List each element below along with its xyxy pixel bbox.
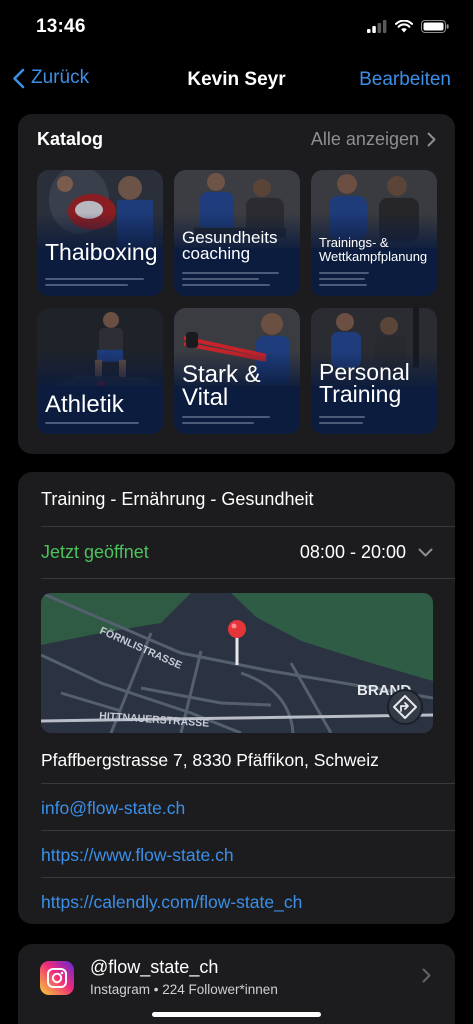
status-icons [367, 20, 449, 33]
catalog-item-label: Gesundheits coaching [182, 228, 278, 264]
catalog-item-thaiboxing[interactable]: Thaiboxing [37, 170, 163, 296]
instagram-icon [40, 961, 74, 995]
home-indicator[interactable] [152, 1012, 321, 1017]
chevron-down-icon [418, 548, 433, 557]
divider [41, 830, 455, 831]
website-link[interactable]: https://www.flow-state.ch [41, 845, 234, 866]
status-time: 13:46 [36, 16, 86, 37]
catalog-title: Katalog [37, 128, 104, 149]
directions-icon [387, 689, 423, 725]
navigation-bar: Zurück Kevin Seyr Bearbeiten [0, 56, 473, 106]
booking-link[interactable]: https://calendly.com/flow-state_ch [41, 892, 302, 913]
catalog-section: Katalog Alle anzeigen Thaiboxing Gesundh… [18, 114, 455, 454]
show-all-button[interactable]: Alle anzeigen [311, 129, 436, 150]
divider [41, 783, 455, 784]
opening-hours-toggle[interactable]: 08:00 - 20:00 [300, 542, 433, 563]
business-info-section: Training - Ernährung - Gesundheit Jetzt … [18, 472, 455, 924]
catalog-item-label: Athletik [45, 391, 124, 418]
divider [41, 877, 455, 878]
catalog-item-label: Trainings- & Wettkampfplanung [319, 235, 428, 264]
business-tagline: Training - Ernährung - Gesundheit [41, 489, 314, 509]
divider [41, 526, 455, 527]
map-graphic: FÖRNLISTRASSE HITTNAUERSTRASSE BRAND [41, 593, 433, 733]
catalog-item-personal-training[interactable]: Personal Training [311, 308, 437, 434]
business-address[interactable]: Pfaffbergstrasse 7, 8330 Pfäffikon, Schw… [41, 750, 379, 771]
catalog-header: Katalog Alle anzeigen [37, 128, 436, 150]
catalog-item-label: Personal Training [319, 359, 410, 407]
catalog-item-stark-vital[interactable]: Stark & Vital [174, 308, 300, 434]
battery-icon [421, 20, 449, 33]
instagram-followers: Instagram • 224 Follower*innen [90, 982, 278, 997]
opening-hours: 08:00 - 20:00 [299, 542, 406, 562]
instagram-handle: @flow_state_ch [90, 957, 219, 977]
catalog-item-athletik[interactable]: Athletik [37, 308, 163, 434]
catalog-item-wettkampfplanung[interactable]: Trainings- & Wettkampfplanung [311, 170, 437, 296]
divider [41, 578, 455, 579]
catalog-item-label: Thaiboxing [45, 239, 158, 265]
edit-button[interactable]: Bearbeiten [359, 69, 451, 91]
show-all-label: Alle anzeigen [310, 128, 419, 149]
catalog-item-label: Stark & Vital [182, 361, 261, 411]
email-link[interactable]: info@flow-state.ch [41, 798, 185, 819]
catalog-item-gesundheits-coaching[interactable]: Gesundheits coaching [174, 170, 300, 296]
open-status: Jetzt geöffnet [41, 542, 149, 562]
wifi-icon [395, 20, 413, 33]
chevron-right-icon [427, 132, 436, 146]
signal-icon [367, 20, 387, 33]
chevron-right-icon [422, 968, 431, 983]
location-map[interactable]: FÖRNLISTRASSE HITTNAUERSTRASSE BRAND [41, 593, 433, 733]
status-bar: 13:46 [0, 0, 473, 56]
